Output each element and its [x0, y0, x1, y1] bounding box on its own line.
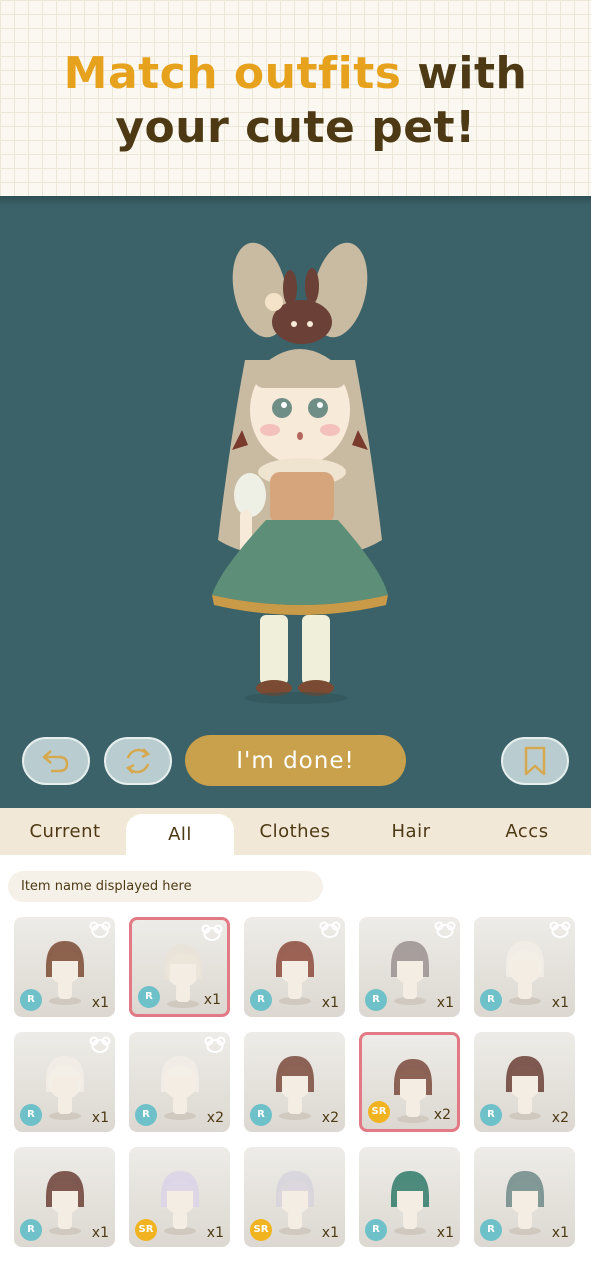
- bookmark-button[interactable]: [501, 737, 569, 785]
- stage-shadow: [0, 196, 591, 206]
- tab-current[interactable]: Current: [8, 808, 122, 855]
- item-count: x1: [551, 1225, 569, 1241]
- undo-button[interactable]: [22, 737, 90, 785]
- green-eyes-face-icon: [161, 1056, 199, 1120]
- pet-paw-icon: [204, 1036, 226, 1053]
- rainbow-messy-hair-icon: [391, 1171, 429, 1235]
- headline-line-1: Match outfits with: [0, 48, 591, 99]
- headline-line-2: your cute pet!: [115, 102, 476, 153]
- tab-all[interactable]: All: [126, 814, 234, 855]
- character-avatar: [212, 242, 388, 704]
- pet-paw-icon: [89, 1036, 111, 1053]
- rarity-badge: R: [138, 986, 160, 1008]
- pet-paw-icon: [434, 921, 456, 938]
- item-count: x1: [436, 1225, 454, 1241]
- item-count: x2: [433, 1107, 451, 1123]
- item-count: x1: [91, 995, 109, 1011]
- lavender-hair-icon: [161, 1171, 199, 1235]
- rarity-badge: SR: [250, 1219, 272, 1241]
- rarity-badge: R: [365, 1219, 387, 1241]
- shuffle-icon: [125, 748, 151, 774]
- rarity-badge: R: [365, 989, 387, 1011]
- bunny-balloon-icon: [46, 1171, 84, 1235]
- rarity-badge: R: [250, 989, 272, 1011]
- white-top-hat-icon: [46, 1056, 84, 1120]
- item-slot[interactable]: Rx2: [244, 1032, 345, 1132]
- item-slot[interactable]: SR x1: [244, 1147, 345, 1247]
- fluffy-hat-brown-hair-icon: [46, 941, 84, 1005]
- item-slot[interactable]: Rx1: [359, 1147, 460, 1247]
- item-slot[interactable]: Rx2: [474, 1032, 575, 1132]
- bunny-ears-icon: [276, 1056, 314, 1120]
- item-slot[interactable]: Rx1: [359, 917, 460, 1017]
- item-count: x1: [321, 1225, 339, 1241]
- pet-paw-icon: [549, 921, 571, 938]
- item-count: x1: [91, 1225, 109, 1241]
- item-slot[interactable]: SR x2: [359, 1032, 460, 1132]
- rarity-badge: R: [135, 1104, 157, 1126]
- item-slot[interactable]: Rx1: [14, 1032, 115, 1132]
- category-tabs: Current All Clothes Hair Accs: [0, 808, 591, 855]
- item-slot[interactable]: Rx1: [244, 917, 345, 1017]
- antler-headband-icon: [506, 941, 544, 1005]
- bookmark-icon: [524, 746, 546, 776]
- randomize-button[interactable]: [104, 737, 172, 785]
- item-count: x1: [203, 992, 221, 1008]
- grey-bob-hair-icon: [391, 941, 429, 1005]
- headline-rest: with: [401, 48, 528, 99]
- item-slot[interactable]: Rx2: [129, 1032, 230, 1132]
- item-name-display: Item name displayed here: [8, 871, 323, 902]
- item-slot[interactable]: Rx1: [129, 917, 230, 1017]
- headline-accent: Match outfits: [63, 48, 402, 99]
- auburn-bob-hair-icon: [276, 941, 314, 1005]
- item-count: x2: [321, 1110, 339, 1126]
- pet-paw-icon: [201, 924, 223, 941]
- rarity-badge: R: [20, 1219, 42, 1241]
- done-button[interactable]: I'm done!: [185, 735, 406, 786]
- item-count: x1: [436, 995, 454, 1011]
- rarity-badge: R: [480, 989, 502, 1011]
- item-slot[interactable]: Rx1: [474, 917, 575, 1017]
- bunny-doll-accessory-icon: [506, 1056, 544, 1120]
- rarity-badge: R: [480, 1104, 502, 1126]
- promo-header: Match outfits with your cute pet!: [0, 0, 591, 196]
- item-count: x1: [206, 1225, 224, 1241]
- rarity-badge: SR: [135, 1219, 157, 1241]
- item-count: x2: [551, 1110, 569, 1126]
- item-slot[interactable]: Rx1: [14, 1147, 115, 1247]
- item-slot[interactable]: Rx1: [14, 917, 115, 1017]
- grey-green-messy-hair-icon: [506, 1171, 544, 1235]
- rarity-badge: R: [20, 1104, 42, 1126]
- silver-twin-curls-icon: [276, 1171, 314, 1235]
- item-slot[interactable]: Rx1: [474, 1147, 575, 1247]
- item-count: x1: [321, 995, 339, 1011]
- tab-clothes[interactable]: Clothes: [238, 808, 352, 855]
- tab-accs[interactable]: Accs: [470, 808, 584, 855]
- rarity-badge: R: [480, 1219, 502, 1241]
- item-count: x1: [551, 995, 569, 1011]
- pet-paw-icon: [319, 921, 341, 938]
- item-count: x2: [206, 1110, 224, 1126]
- rarity-badge: R: [250, 1104, 272, 1126]
- item-slot[interactable]: SR x1: [129, 1147, 230, 1247]
- tab-hair[interactable]: Hair: [354, 808, 468, 855]
- undo-arrow-icon: [42, 750, 69, 773]
- rarity-badge: R: [20, 989, 42, 1011]
- rarity-badge: SR: [368, 1101, 390, 1123]
- item-count: x1: [91, 1110, 109, 1126]
- pet-paw-icon: [89, 921, 111, 938]
